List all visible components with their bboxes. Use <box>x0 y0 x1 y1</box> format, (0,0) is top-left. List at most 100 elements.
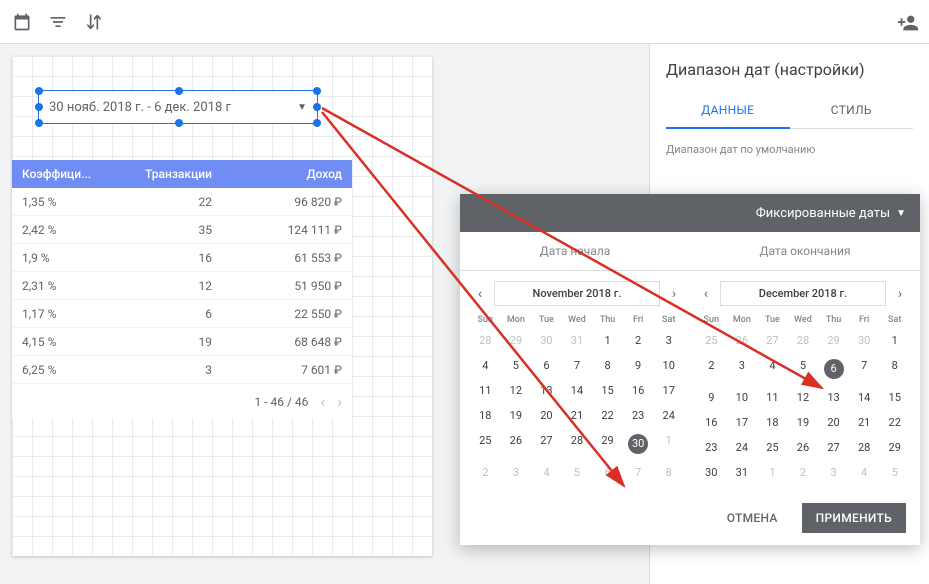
calendar-day[interactable]: 4 <box>849 460 880 485</box>
col-header[interactable]: Коэффици... <box>12 167 112 181</box>
resize-handle[interactable] <box>35 103 43 111</box>
calendar-day[interactable]: 5 <box>562 460 593 485</box>
calendar-day[interactable]: 12 <box>501 378 532 403</box>
next-month-icon[interactable]: › <box>664 284 684 304</box>
dropdown-arrow-icon[interactable]: ▼ <box>896 208 906 219</box>
calendar-day[interactable]: 7 <box>849 353 880 385</box>
table-row[interactable]: 6,25 %37 601 ₽ <box>12 356 352 384</box>
calendar-day[interactable]: 27 <box>531 428 562 460</box>
calendar-day[interactable]: 31 <box>562 328 593 353</box>
calendar-day[interactable]: 3 <box>501 460 532 485</box>
calendar-day[interactable]: 7 <box>623 460 654 485</box>
calendar-day[interactable]: 1 <box>653 428 684 460</box>
calendar-day[interactable]: 5 <box>879 460 910 485</box>
add-person-icon[interactable] <box>897 12 917 32</box>
calendar-day[interactable]: 30 <box>849 328 880 353</box>
resize-handle[interactable] <box>313 119 321 127</box>
next-month-icon[interactable]: › <box>890 284 910 304</box>
calendar-day[interactable]: 16 <box>623 378 654 403</box>
resize-handle[interactable] <box>35 87 43 95</box>
table-row[interactable]: 1,17 %622 550 ₽ <box>12 300 352 328</box>
calendar-day[interactable]: 11 <box>757 385 788 410</box>
report-canvas[interactable]: 30 нояб. 2018 г. - 6 дек. 2018 г ▼ Коэфф… <box>12 56 432 556</box>
calendar-day[interactable]: 25 <box>696 328 727 353</box>
resize-handle[interactable] <box>175 87 183 95</box>
calendar-day[interactable]: 19 <box>788 410 819 435</box>
col-header[interactable]: Транзакции <box>112 167 222 181</box>
calendar-day[interactable]: 5 <box>501 353 532 378</box>
tab-data[interactable]: ДАННЫЕ <box>666 93 790 129</box>
calendar-day[interactable]: 18 <box>470 403 501 428</box>
calendar-day[interactable]: 22 <box>879 410 910 435</box>
calendar-day[interactable]: 17 <box>727 410 758 435</box>
resize-handle[interactable] <box>35 119 43 127</box>
calendar-day[interactable]: 26 <box>727 328 758 353</box>
tab-style[interactable]: СТИЛЬ <box>790 93 914 128</box>
calendar-day[interactable]: 22 <box>592 403 623 428</box>
sort-icon[interactable] <box>84 12 104 32</box>
calendar-day[interactable]: 29 <box>879 435 910 460</box>
calendar-day[interactable]: 4 <box>470 353 501 378</box>
calendar-day[interactable]: 26 <box>501 428 532 460</box>
calendar-day[interactable]: 27 <box>818 435 849 460</box>
calendar-day[interactable]: 2 <box>696 353 727 385</box>
calendar-day[interactable]: 25 <box>757 435 788 460</box>
calendar-day[interactable]: 1 <box>879 328 910 353</box>
calendar-day[interactable]: 13 <box>818 385 849 410</box>
resize-handle[interactable] <box>313 103 321 111</box>
calendar-day[interactable]: 11 <box>470 378 501 403</box>
calendar-day[interactable]: 21 <box>562 403 593 428</box>
calendar-day[interactable]: 26 <box>788 435 819 460</box>
table-row[interactable]: 2,42 %35124 111 ₽ <box>12 216 352 244</box>
calendar-day[interactable]: 5 <box>788 353 819 385</box>
calendar-day[interactable]: 28 <box>562 428 593 460</box>
calendar-day[interactable]: 21 <box>849 410 880 435</box>
table-row[interactable]: 1,35 %2296 820 ₽ <box>12 188 352 216</box>
calendar-day[interactable]: 3 <box>818 460 849 485</box>
month-label[interactable]: November 2018 г. <box>494 281 660 306</box>
calendar-day[interactable]: 4 <box>757 353 788 385</box>
calendar-day[interactable]: 17 <box>653 378 684 403</box>
calendar-day[interactable]: 28 <box>470 328 501 353</box>
calendar-day[interactable]: 18 <box>757 410 788 435</box>
calendar-day[interactable]: 28 <box>849 435 880 460</box>
resize-handle[interactable] <box>175 119 183 127</box>
calendar-day[interactable]: 29 <box>501 328 532 353</box>
calendar-day[interactable]: 10 <box>653 353 684 378</box>
tab-start-date[interactable]: Дата начала <box>460 232 690 270</box>
date-mode-dropdown[interactable]: Фиксированные даты <box>756 206 890 221</box>
calendar-day[interactable]: 1 <box>757 460 788 485</box>
calendar-day[interactable]: 23 <box>623 403 654 428</box>
apply-button[interactable]: ПРИМЕНИТЬ <box>802 503 906 533</box>
calendar-day[interactable]: 25 <box>470 428 501 460</box>
calendar-day[interactable]: 3 <box>727 353 758 385</box>
calendar-day[interactable]: 15 <box>879 385 910 410</box>
calendar-day[interactable]: 29 <box>818 328 849 353</box>
calendar-day[interactable]: 7 <box>562 353 593 378</box>
calendar-day[interactable]: 19 <box>501 403 532 428</box>
calendar-day[interactable]: 28 <box>788 328 819 353</box>
table-row[interactable]: 1,9 %1661 553 ₽ <box>12 244 352 272</box>
calendar-day[interactable]: 29 <box>592 428 623 460</box>
calendar-day[interactable]: 30 <box>623 428 654 460</box>
calendar-day[interactable]: 8 <box>653 460 684 485</box>
date-range-widget[interactable]: 30 нояб. 2018 г. - 6 дек. 2018 г ▼ <box>38 90 318 124</box>
calendar-day[interactable]: 14 <box>849 385 880 410</box>
resize-handle[interactable] <box>313 87 321 95</box>
tab-end-date[interactable]: Дата окончания <box>690 232 920 270</box>
calendar-day[interactable]: 15 <box>592 378 623 403</box>
calendar-day[interactable]: 10 <box>727 385 758 410</box>
calendar-day[interactable]: 2 <box>470 460 501 485</box>
calendar-day[interactable]: 6 <box>592 460 623 485</box>
calendar-day[interactable]: 14 <box>562 378 593 403</box>
calendar-day[interactable]: 1 <box>592 328 623 353</box>
date-range-icon[interactable] <box>12 12 32 32</box>
calendar-day[interactable]: 6 <box>531 353 562 378</box>
calendar-day[interactable]: 31 <box>727 460 758 485</box>
prev-month-icon[interactable]: ‹ <box>696 284 716 304</box>
calendar-day[interactable]: 2 <box>623 328 654 353</box>
calendar-day[interactable]: 2 <box>788 460 819 485</box>
table-row[interactable]: 4,15 %1968 648 ₽ <box>12 328 352 356</box>
calendar-day[interactable]: 9 <box>623 353 654 378</box>
calendar-day[interactable]: 13 <box>531 378 562 403</box>
